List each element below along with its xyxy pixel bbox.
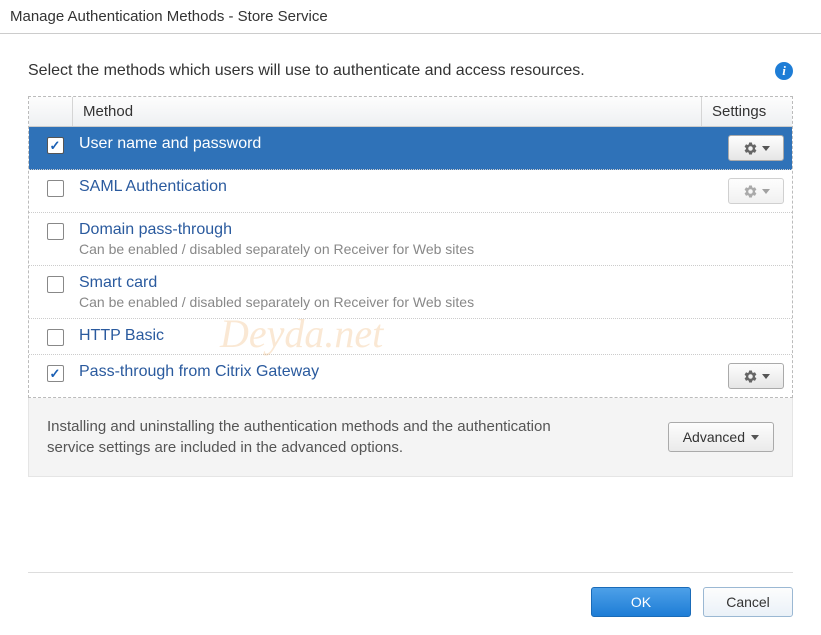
table-row[interactable]: SAML Authentication (29, 170, 792, 213)
instruction-text: Select the methods which users will use … (28, 62, 585, 80)
header-method: Method (73, 97, 702, 126)
header-checkbox-col (29, 97, 73, 126)
settings-button[interactable] (728, 135, 784, 161)
table-row[interactable]: HTTP Basic (29, 319, 792, 355)
footer-text: Installing and uninstalling the authenti… (47, 416, 567, 458)
method-checkbox[interactable] (47, 180, 64, 197)
table-row[interactable]: Domain pass-through Can be enabled / disa… (29, 213, 792, 266)
chevron-down-icon (762, 374, 770, 379)
method-label: User name and password (79, 135, 696, 153)
method-label: HTTP Basic (79, 327, 696, 345)
header-settings: Settings (702, 97, 792, 126)
methods-table: Method Settings User name and password SA… (28, 96, 793, 398)
method-description: Can be enabled / disabled separately on … (79, 241, 696, 257)
settings-button (728, 178, 784, 204)
window-title: Manage Authentication Methods - Store Se… (0, 0, 821, 34)
table-row[interactable]: Pass-through from Citrix Gateway (29, 355, 792, 397)
table-row[interactable]: Smart card Can be enabled / disabled sepa… (29, 266, 792, 319)
settings-button[interactable] (728, 363, 784, 389)
dialog-buttons: OK Cancel (28, 572, 793, 617)
method-checkbox[interactable] (47, 365, 64, 382)
method-checkbox[interactable] (47, 137, 64, 154)
gear-icon (743, 369, 758, 384)
chevron-down-icon (762, 189, 770, 194)
advanced-label: Advanced (683, 429, 745, 445)
ok-button[interactable]: OK (591, 587, 691, 617)
advanced-button[interactable]: Advanced (668, 422, 774, 452)
chevron-down-icon (762, 146, 770, 151)
table-header: Method Settings (29, 97, 792, 127)
gear-icon (743, 184, 758, 199)
method-label: Pass-through from Citrix Gateway (79, 363, 696, 381)
method-label: Smart card (79, 274, 696, 292)
method-checkbox[interactable] (47, 223, 64, 240)
chevron-down-icon (751, 435, 759, 440)
method-description: Can be enabled / disabled separately on … (79, 294, 696, 310)
info-icon[interactable]: i (775, 62, 793, 80)
table-row[interactable]: User name and password (29, 127, 792, 170)
method-label: SAML Authentication (79, 178, 696, 196)
cancel-button[interactable]: Cancel (703, 587, 793, 617)
method-checkbox[interactable] (47, 329, 64, 346)
gear-icon (743, 141, 758, 156)
footer-section: Installing and uninstalling the authenti… (28, 398, 793, 477)
method-label: Domain pass-through (79, 221, 696, 239)
method-checkbox[interactable] (47, 276, 64, 293)
